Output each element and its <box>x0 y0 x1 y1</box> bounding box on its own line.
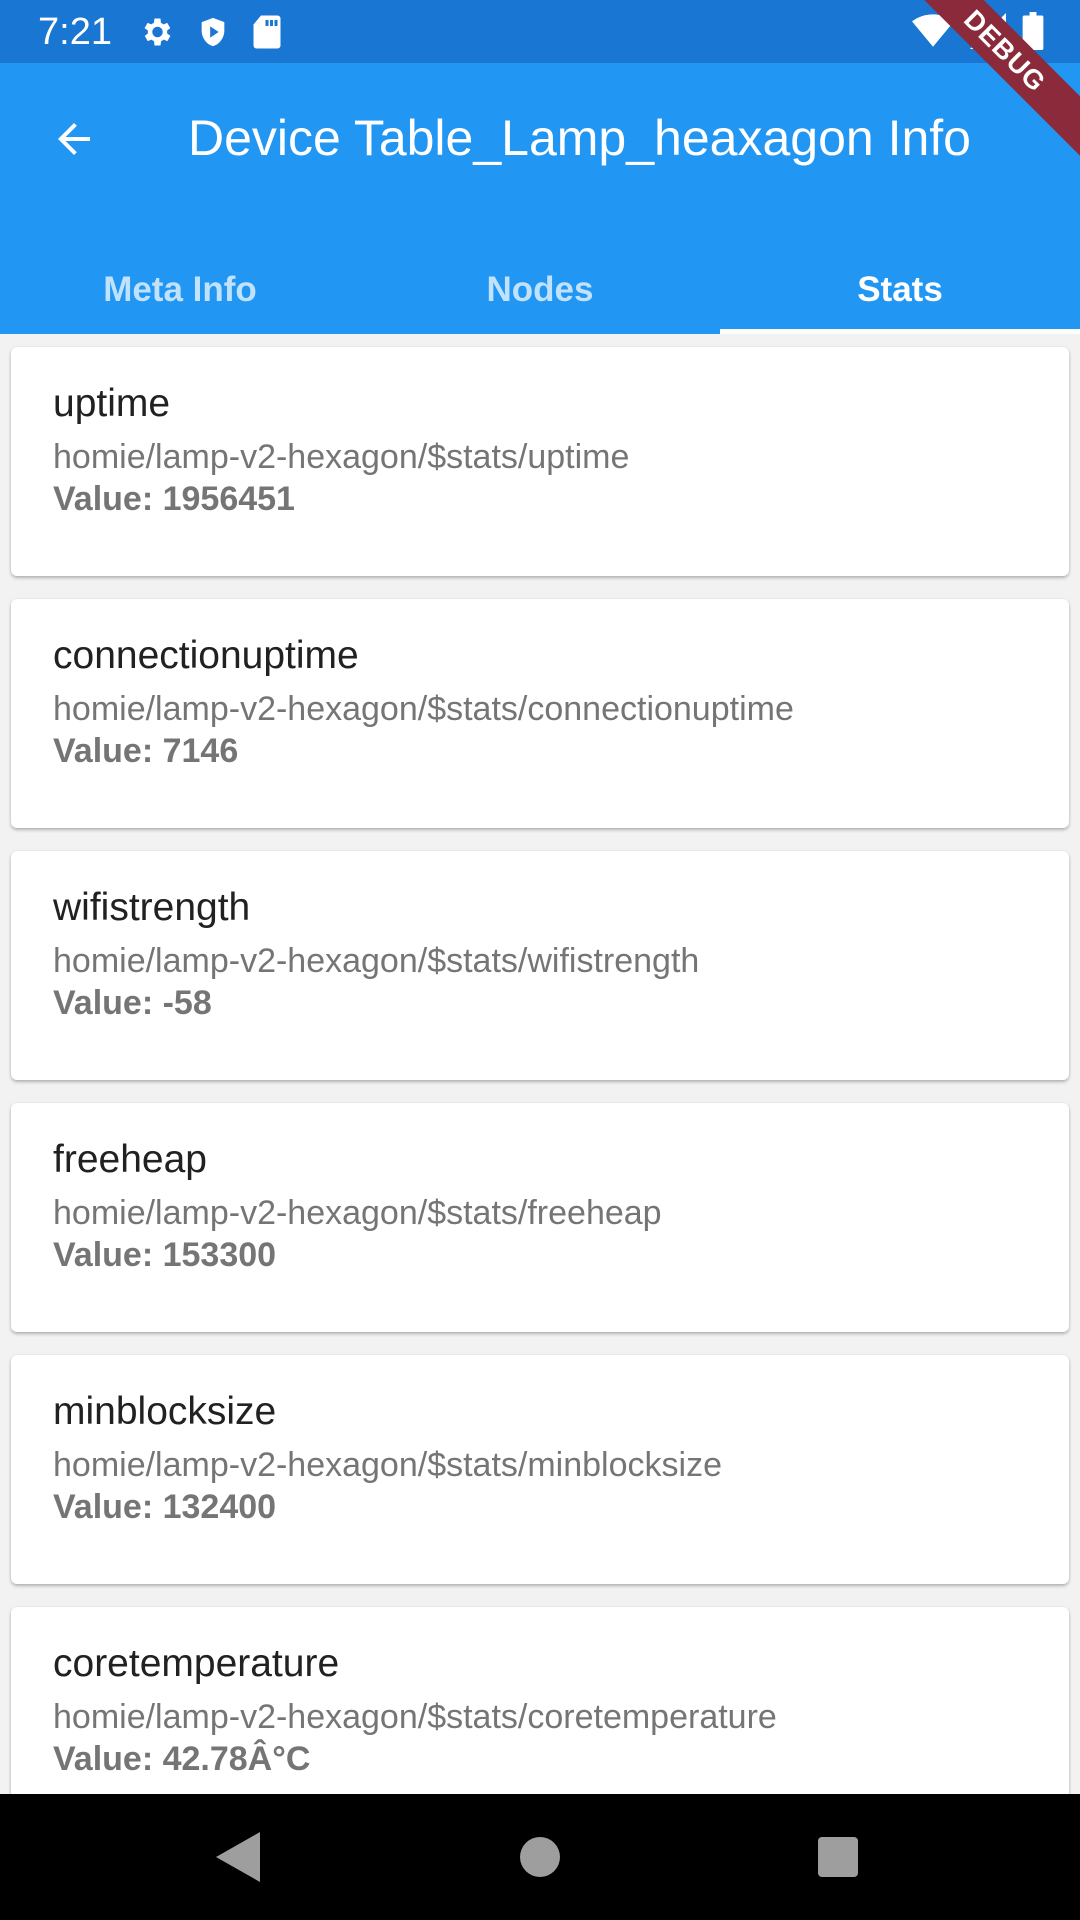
stat-topic: homie/lamp-v2-hexagon/$stats/connectionu… <box>53 690 794 728</box>
stat-card-coretemperature[interactable]: coretemperature homie/lamp-v2-hexagon/$s… <box>11 1607 1069 1794</box>
stat-value: Value: 1956451 <box>53 480 295 518</box>
stat-value: Value: 132400 <box>53 1488 277 1526</box>
stat-topic: homie/lamp-v2-hexagon/$stats/minblocksiz… <box>53 1446 722 1484</box>
stat-topic: homie/lamp-v2-hexagon/$stats/wifistrengt… <box>53 942 700 980</box>
gear-icon <box>144 18 171 46</box>
stat-name: connectionuptime <box>53 634 359 677</box>
stat-card-minblocksize[interactable]: minblocksize homie/lamp-v2-hexagon/$stat… <box>11 1355 1069 1584</box>
stat-card-connectionuptime[interactable]: connectionuptime homie/lamp-v2-hexagon/$… <box>11 599 1069 828</box>
stat-value: Value: 153300 <box>53 1236 277 1274</box>
tab-label: Meta Info <box>103 270 257 309</box>
status-left-icons <box>138 14 282 50</box>
home-circle-icon <box>520 1837 560 1877</box>
stat-card-uptime[interactable]: uptime homie/lamp-v2-hexagon/$stats/upti… <box>11 347 1069 576</box>
stat-name: uptime <box>53 382 171 425</box>
back-triangle-icon <box>216 1832 260 1882</box>
stat-topic: homie/lamp-v2-hexagon/$stats/coretempera… <box>53 1698 777 1736</box>
back-button[interactable] <box>38 103 110 175</box>
stat-name: wifistrength <box>53 886 251 929</box>
stat-card-freeheap[interactable]: freeheap homie/lamp-v2-hexagon/$stats/fr… <box>11 1103 1069 1332</box>
tab-nodes[interactable]: Nodes <box>360 246 720 334</box>
stat-name: coretemperature <box>53 1642 340 1685</box>
stat-value: Value: 42.78Â°C <box>53 1740 311 1778</box>
debug-banner-container: DEBUG <box>920 0 1080 160</box>
recents-square-icon <box>818 1837 858 1877</box>
tab-label: Stats <box>857 270 943 309</box>
stat-name: freeheap <box>53 1138 207 1181</box>
sd-card-icon <box>253 15 281 49</box>
stat-card-wifistrength[interactable]: wifistrength homie/lamp-v2-hexagon/$stat… <box>11 851 1069 1080</box>
nav-back-button[interactable] <box>203 1824 273 1890</box>
system-nav-bar <box>0 1794 1080 1920</box>
stats-list[interactable]: uptime homie/lamp-v2-hexagon/$stats/upti… <box>0 334 1080 1794</box>
nav-home-button[interactable] <box>505 1824 575 1890</box>
app-bar: Device Table_Lamp_heaxagon Info Meta Inf… <box>0 63 1080 334</box>
stat-name: minblocksize <box>53 1390 277 1433</box>
stat-topic: homie/lamp-v2-hexagon/$stats/freeheap <box>53 1194 662 1232</box>
tab-label: Nodes <box>486 270 594 309</box>
stat-value: Value: -58 <box>53 984 212 1022</box>
page-title: Device Table_Lamp_heaxagon Info <box>188 110 971 166</box>
stat-topic: homie/lamp-v2-hexagon/$stats/uptime <box>53 438 630 476</box>
shield-icon <box>201 17 225 47</box>
status-time: 7:21 <box>38 11 112 53</box>
tab-meta-info[interactable]: Meta Info <box>0 246 360 334</box>
arrow-back-icon <box>58 123 90 155</box>
debug-banner: DEBUG <box>920 0 1080 160</box>
status-bar: 7:21 <box>0 0 1080 63</box>
nav-recents-button[interactable] <box>803 1824 873 1890</box>
tab-stats[interactable]: Stats <box>720 246 1080 334</box>
tab-bar: Meta Info Nodes Stats <box>0 246 1080 334</box>
stat-value: Value: 7146 <box>53 732 239 770</box>
